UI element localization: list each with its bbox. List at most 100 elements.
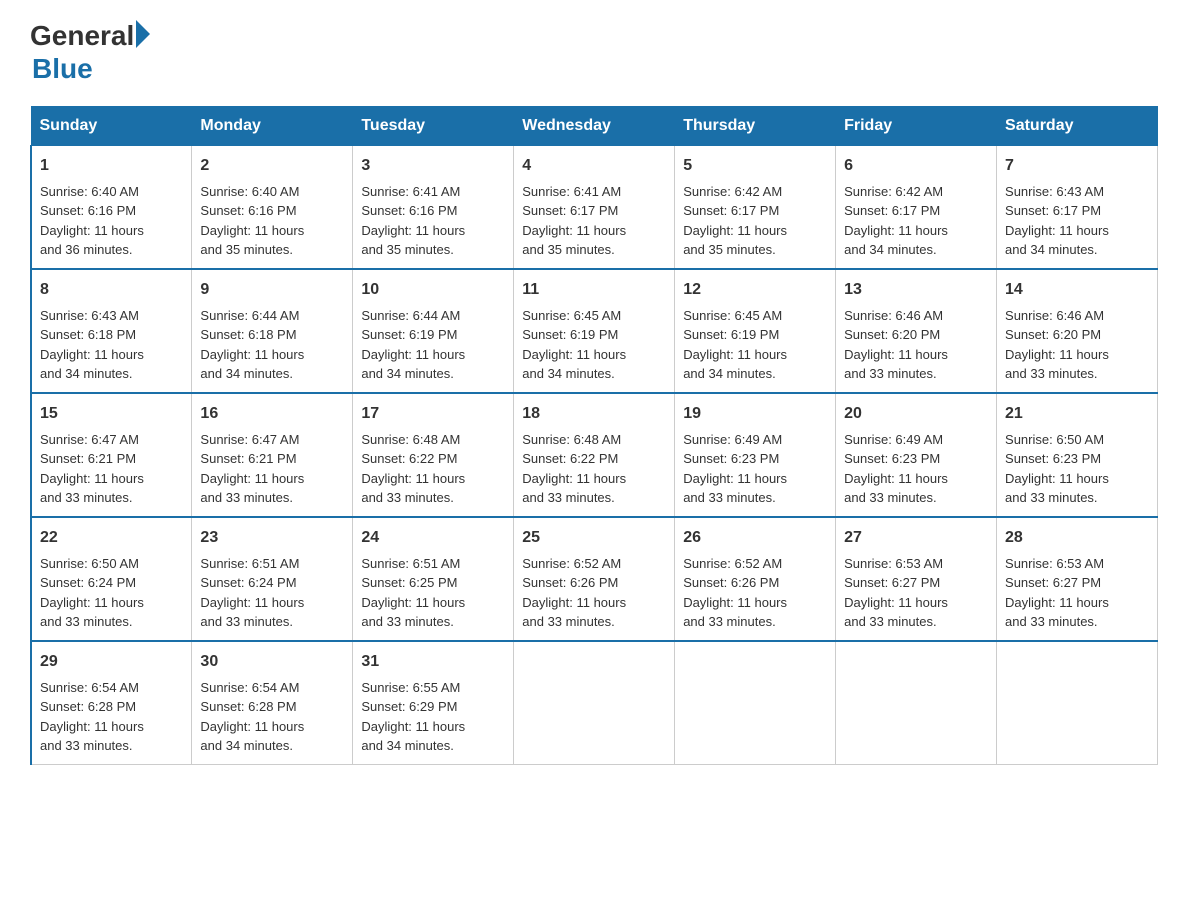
day-number: 28 [1005, 526, 1149, 550]
calendar-cell: 20 Sunrise: 6:49 AMSunset: 6:23 PMDayligh… [836, 393, 997, 517]
calendar-cell: 10 Sunrise: 6:44 AMSunset: 6:19 PMDayligh… [353, 269, 514, 393]
day-number: 24 [361, 526, 505, 550]
header-cell-sunday: Sunday [31, 106, 192, 145]
day-info: Sunrise: 6:47 AMSunset: 6:21 PMDaylight:… [200, 430, 344, 508]
header-cell-thursday: Thursday [675, 106, 836, 145]
day-info: Sunrise: 6:43 AMSunset: 6:17 PMDaylight:… [1005, 182, 1149, 260]
day-number: 12 [683, 278, 827, 302]
calendar-cell: 5 Sunrise: 6:42 AMSunset: 6:17 PMDaylight… [675, 145, 836, 269]
day-info: Sunrise: 6:42 AMSunset: 6:17 PMDaylight:… [683, 182, 827, 260]
calendar-cell: 24 Sunrise: 6:51 AMSunset: 6:25 PMDayligh… [353, 517, 514, 641]
day-number: 8 [40, 278, 183, 302]
day-number: 16 [200, 402, 344, 426]
day-number: 18 [522, 402, 666, 426]
calendar-cell: 25 Sunrise: 6:52 AMSunset: 6:26 PMDayligh… [514, 517, 675, 641]
day-number: 25 [522, 526, 666, 550]
calendar-cell: 3 Sunrise: 6:41 AMSunset: 6:16 PMDaylight… [353, 145, 514, 269]
day-info: Sunrise: 6:46 AMSunset: 6:20 PMDaylight:… [844, 306, 988, 384]
day-info: Sunrise: 6:54 AMSunset: 6:28 PMDaylight:… [40, 678, 183, 756]
day-info: Sunrise: 6:53 AMSunset: 6:27 PMDaylight:… [844, 554, 988, 632]
calendar-cell: 26 Sunrise: 6:52 AMSunset: 6:26 PMDayligh… [675, 517, 836, 641]
header-cell-wednesday: Wednesday [514, 106, 675, 145]
day-info: Sunrise: 6:44 AMSunset: 6:18 PMDaylight:… [200, 306, 344, 384]
day-number: 9 [200, 278, 344, 302]
day-number: 29 [40, 650, 183, 674]
day-number: 4 [522, 154, 666, 178]
header-row: SundayMondayTuesdayWednesdayThursdayFrid… [31, 106, 1158, 145]
day-info: Sunrise: 6:49 AMSunset: 6:23 PMDaylight:… [683, 430, 827, 508]
header-cell-friday: Friday [836, 106, 997, 145]
day-number: 10 [361, 278, 505, 302]
day-number: 17 [361, 402, 505, 426]
day-number: 26 [683, 526, 827, 550]
calendar-cell: 22Sunrise: 6:50 AMSunset: 6:24 PMDayligh… [31, 517, 192, 641]
calendar-week-row: 15 Sunrise: 6:47 AMSunset: 6:21 PMDayligh… [31, 393, 1158, 517]
day-number: 2 [200, 154, 344, 178]
day-info: Sunrise: 6:41 AMSunset: 6:17 PMDaylight:… [522, 182, 666, 260]
day-number: 14 [1005, 278, 1149, 302]
calendar-cell: 31 Sunrise: 6:55 AMSunset: 6:29 PMDayligh… [353, 641, 514, 765]
calendar-cell [997, 641, 1158, 765]
day-info: Sunrise: 6:44 AMSunset: 6:19 PMDaylight:… [361, 306, 505, 384]
day-info: Sunrise: 6:50 AMSunset: 6:24 PMDaylight:… [40, 554, 183, 632]
day-info: Sunrise: 6:51 AMSunset: 6:25 PMDaylight:… [361, 554, 505, 632]
day-info: Sunrise: 6:55 AMSunset: 6:29 PMDaylight:… [361, 678, 505, 756]
calendar-cell: 19 Sunrise: 6:49 AMSunset: 6:23 PMDayligh… [675, 393, 836, 517]
logo-blue-text: Blue [32, 52, 150, 86]
day-number: 20 [844, 402, 988, 426]
calendar-cell [514, 641, 675, 765]
day-number: 1 [40, 154, 183, 178]
day-number: 21 [1005, 402, 1149, 426]
calendar-cell: 13 Sunrise: 6:46 AMSunset: 6:20 PMDayligh… [836, 269, 997, 393]
calendar-cell: 16 Sunrise: 6:47 AMSunset: 6:21 PMDayligh… [192, 393, 353, 517]
day-number: 13 [844, 278, 988, 302]
day-info: Sunrise: 6:51 AMSunset: 6:24 PMDaylight:… [200, 554, 344, 632]
day-info: Sunrise: 6:42 AMSunset: 6:17 PMDaylight:… [844, 182, 988, 260]
day-number: 11 [522, 278, 666, 302]
day-number: 19 [683, 402, 827, 426]
calendar-cell [836, 641, 997, 765]
day-number: 27 [844, 526, 988, 550]
calendar-cell: 4 Sunrise: 6:41 AMSunset: 6:17 PMDaylight… [514, 145, 675, 269]
day-number: 5 [683, 154, 827, 178]
day-info: Sunrise: 6:43 AMSunset: 6:18 PMDaylight:… [40, 306, 183, 384]
day-info: Sunrise: 6:54 AMSunset: 6:28 PMDaylight:… [200, 678, 344, 756]
calendar-cell: 6 Sunrise: 6:42 AMSunset: 6:17 PMDaylight… [836, 145, 997, 269]
calendar-cell: 8 Sunrise: 6:43 AMSunset: 6:18 PMDaylight… [31, 269, 192, 393]
logo: General Blue [30, 20, 150, 86]
logo-general-text: General [30, 20, 134, 52]
day-info: Sunrise: 6:40 AMSunset: 6:16 PMDaylight:… [200, 182, 344, 260]
day-info: Sunrise: 6:45 AMSunset: 6:19 PMDaylight:… [522, 306, 666, 384]
calendar-cell: 9 Sunrise: 6:44 AMSunset: 6:18 PMDaylight… [192, 269, 353, 393]
day-info: Sunrise: 6:50 AMSunset: 6:23 PMDaylight:… [1005, 430, 1149, 508]
day-info: Sunrise: 6:47 AMSunset: 6:21 PMDaylight:… [40, 430, 183, 508]
day-info: Sunrise: 6:46 AMSunset: 6:20 PMDaylight:… [1005, 306, 1149, 384]
calendar-cell: 14 Sunrise: 6:46 AMSunset: 6:20 PMDayligh… [997, 269, 1158, 393]
day-number: 15 [40, 402, 183, 426]
calendar-cell: 18Sunrise: 6:48 AMSunset: 6:22 PMDayligh… [514, 393, 675, 517]
calendar-cell: 7 Sunrise: 6:43 AMSunset: 6:17 PMDaylight… [997, 145, 1158, 269]
calendar-week-row: 22Sunrise: 6:50 AMSunset: 6:24 PMDayligh… [31, 517, 1158, 641]
calendar-cell: 11 Sunrise: 6:45 AMSunset: 6:19 PMDayligh… [514, 269, 675, 393]
day-info: Sunrise: 6:49 AMSunset: 6:23 PMDaylight:… [844, 430, 988, 508]
calendar-cell: 17Sunrise: 6:48 AMSunset: 6:22 PMDayligh… [353, 393, 514, 517]
day-info: Sunrise: 6:45 AMSunset: 6:19 PMDaylight:… [683, 306, 827, 384]
day-info: Sunrise: 6:52 AMSunset: 6:26 PMDaylight:… [683, 554, 827, 632]
calendar-cell: 23 Sunrise: 6:51 AMSunset: 6:24 PMDayligh… [192, 517, 353, 641]
day-number: 23 [200, 526, 344, 550]
calendar-cell: 28 Sunrise: 6:53 AMSunset: 6:27 PMDayligh… [997, 517, 1158, 641]
day-number: 3 [361, 154, 505, 178]
day-number: 7 [1005, 154, 1149, 178]
day-info: Sunrise: 6:41 AMSunset: 6:16 PMDaylight:… [361, 182, 505, 260]
day-number: 31 [361, 650, 505, 674]
day-info: Sunrise: 6:52 AMSunset: 6:26 PMDaylight:… [522, 554, 666, 632]
day-number: 6 [844, 154, 988, 178]
calendar-table: SundayMondayTuesdayWednesdayThursdayFrid… [30, 106, 1158, 765]
calendar-cell: 30 Sunrise: 6:54 AMSunset: 6:28 PMDayligh… [192, 641, 353, 765]
logo-arrow-icon [136, 20, 150, 48]
day-number: 30 [200, 650, 344, 674]
calendar-week-row: 29 Sunrise: 6:54 AMSunset: 6:28 PMDayligh… [31, 641, 1158, 765]
header-cell-saturday: Saturday [997, 106, 1158, 145]
day-info: Sunrise: 6:53 AMSunset: 6:27 PMDaylight:… [1005, 554, 1149, 632]
calendar-cell: 2 Sunrise: 6:40 AMSunset: 6:16 PMDaylight… [192, 145, 353, 269]
